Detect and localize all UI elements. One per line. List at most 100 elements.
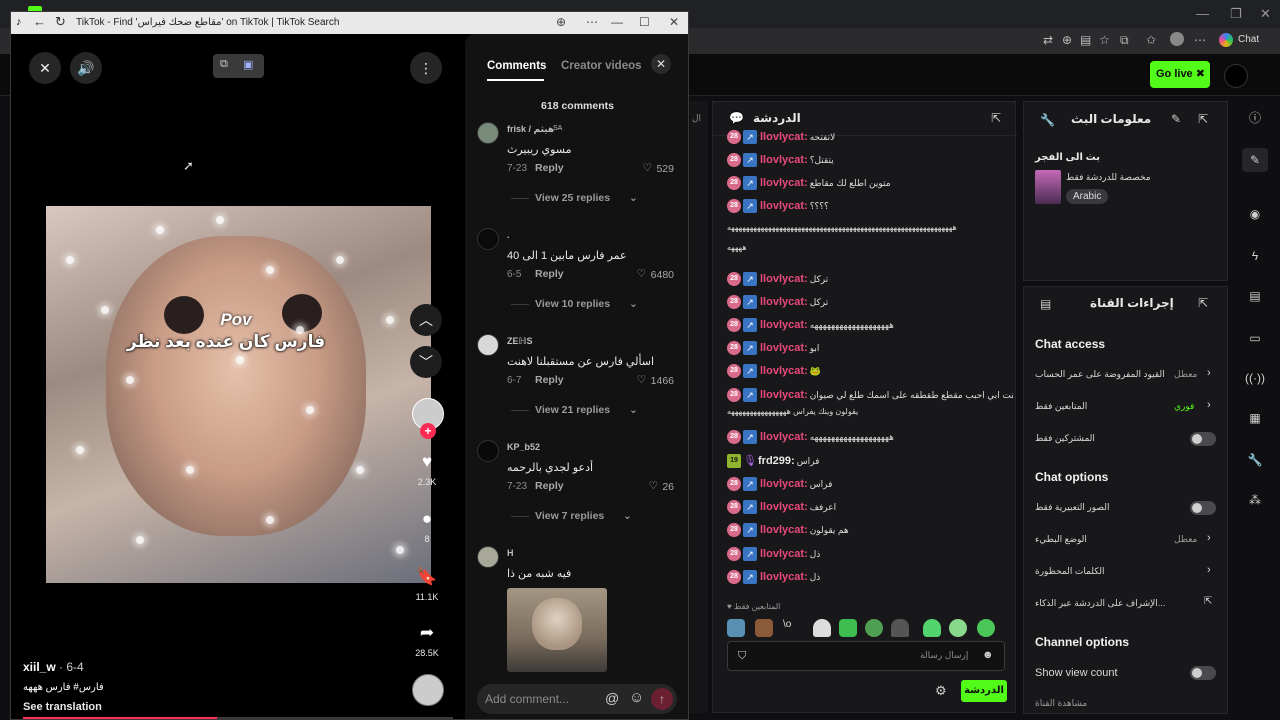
see-translation-link[interactable]: See translation (23, 701, 102, 713)
copilot-icon[interactable] (1219, 33, 1233, 47)
heart-outline-icon[interactable]: ♡ (637, 374, 646, 386)
chevron-down-icon[interactable]: ⌄ (623, 510, 632, 522)
emote-icon[interactable] (891, 619, 909, 637)
previous-video-icon[interactable]: ︿ (410, 304, 442, 336)
fullscreen-player-icon[interactable]: ▣ (243, 58, 253, 71)
reply-button[interactable]: Reply (535, 268, 564, 280)
chat-username[interactable]: llovlycat: (760, 478, 808, 490)
external-link-icon[interactable]: ⇱ (1204, 596, 1212, 607)
chat-username[interactable]: llovlycat: (760, 501, 808, 513)
more-icon[interactable]: ⋯ (1194, 33, 1206, 47)
chat-message-input[interactable]: ⛉ إرسال رسالة ☻ (727, 641, 1005, 671)
chat-username[interactable]: llovlycat: (760, 319, 808, 331)
camera-icon[interactable]: ◉ (1242, 202, 1268, 226)
reply-button[interactable]: Reply (535, 162, 564, 174)
emote-icon[interactable] (949, 619, 967, 637)
chat-settings-gear-icon[interactable]: ⚙ (935, 683, 947, 699)
zoom-icon[interactable]: ⊕ (556, 15, 566, 29)
save-action[interactable]: 🔖 11.1K (410, 562, 444, 602)
heart-icon[interactable]: ♥ (410, 447, 444, 477)
comment-like-count[interactable]: 1466 (651, 375, 674, 387)
chat-username[interactable]: llovlycat: (760, 154, 808, 166)
creator-info[interactable]: xiil_w · 6-4 (23, 660, 84, 674)
profile-avatar[interactable] (1170, 32, 1184, 46)
emoji-icon[interactable]: ☺ (629, 689, 644, 706)
edit-icon[interactable]: ✎ (1242, 148, 1268, 172)
chat-username[interactable]: frd299: (758, 455, 795, 467)
chat-username[interactable]: llovlycat: (760, 177, 808, 189)
calendar-icon[interactable]: ▦ (1242, 406, 1268, 430)
chat-username[interactable]: llovlycat: (760, 131, 808, 143)
emote-icon[interactable] (727, 619, 745, 637)
shield-icon[interactable]: ⛉ (738, 650, 746, 663)
chat-username[interactable]: llovlycat: (760, 365, 808, 377)
reply-button[interactable]: Reply (535, 480, 564, 492)
chevron-down-icon[interactable]: ⌄ (629, 298, 638, 310)
emotes-only-toggle[interactable] (1190, 501, 1216, 515)
user-avatar[interactable] (1224, 64, 1248, 88)
popout-icon[interactable]: ⇱ (991, 111, 1001, 125)
maximize-icon[interactable]: ☐ (639, 15, 650, 29)
share-icon[interactable]: ➦ (410, 618, 444, 648)
music-disc-avatar[interactable] (412, 674, 444, 706)
followers-only-label[interactable]: المتابعين فقط (1035, 401, 1087, 412)
wrench-icon[interactable]: 🔧 (1242, 448, 1268, 472)
emote-icon[interactable] (813, 619, 831, 637)
more-options-icon[interactable]: ⋮ (410, 52, 442, 84)
emote-icon[interactable] (865, 619, 883, 637)
commenter-username[interactable]: ZEℍS (507, 336, 533, 347)
comment-like-count[interactable]: 26 (662, 481, 674, 493)
chevron-down-icon[interactable]: ⌄ (629, 192, 638, 204)
reply-button[interactable]: Reply (535, 374, 564, 386)
favorites-bar-icon[interactable]: ✩ (1146, 33, 1156, 47)
next-video-icon[interactable]: ﹀ (410, 346, 442, 378)
commenter-username[interactable]: H (507, 548, 514, 558)
creator-username[interactable]: xiil_w (23, 660, 56, 674)
bookmark-icon[interactable]: 🔖 (410, 562, 444, 592)
volume-icon[interactable]: 🔊 (70, 52, 102, 84)
restore-icon[interactable]: ❐ (1230, 6, 1242, 22)
heart-outline-icon[interactable]: ♡ (643, 162, 652, 174)
chat-username[interactable]: llovlycat: (760, 342, 808, 354)
emoji-icon[interactable]: ☻ (982, 649, 994, 661)
commenter-avatar[interactable] (477, 546, 499, 568)
commenter-avatar[interactable] (477, 228, 499, 250)
ai-moderation-label[interactable]: الإشراف على الدردشة عبر الذكاء... (1035, 598, 1165, 609)
chevron-right-icon[interactable]: › (1207, 399, 1211, 411)
chat-username[interactable]: llovlycat: (760, 548, 808, 560)
view-replies-button[interactable]: View 10 replies (535, 298, 610, 310)
refresh-icon[interactable]: ↻ (55, 14, 66, 30)
apps-icon[interactable]: ⁂ (1242, 488, 1268, 512)
share-action[interactable]: ➦ 28.5K (410, 618, 444, 658)
more-icon[interactable]: ⋯ (586, 15, 598, 29)
copilot-label[interactable]: Chat (1238, 34, 1259, 45)
favorite-icon[interactable]: ☆ (1099, 33, 1110, 47)
comment-action[interactable]: ● 8 (410, 504, 444, 544)
chevron-right-icon[interactable]: › (1207, 532, 1211, 544)
mini-player-toggle[interactable]: ⧉ ▣ (213, 54, 264, 78)
chat-username[interactable]: llovlycat: (760, 273, 808, 285)
view-replies-button[interactable]: View 7 replies (535, 510, 604, 522)
age-restriction-label[interactable]: القيود المفروضة على عمر الحساب (1035, 369, 1165, 380)
commenter-avatar[interactable] (477, 122, 499, 144)
popout-icon[interactable]: ⇱ (1198, 112, 1208, 126)
back-arrow-icon[interactable]: ← (33, 14, 46, 29)
commenter-username[interactable]: . (507, 230, 510, 240)
heart-outline-icon[interactable]: ♡ (649, 480, 658, 492)
commenter-avatar[interactable] (477, 334, 499, 356)
view-replies-button[interactable]: View 21 replies (535, 404, 610, 416)
translate-icon[interactable]: ⇄ (1043, 33, 1053, 47)
follow-plus-icon[interactable]: + (420, 423, 436, 439)
banned-words-label[interactable]: الكلمات المحظورة (1035, 566, 1104, 577)
minimize-icon[interactable]: — (1196, 6, 1209, 21)
close-icon[interactable]: ✕ (669, 15, 679, 29)
broadcast-icon[interactable]: ((·)) (1242, 366, 1268, 390)
chat-username[interactable]: llovlycat: (760, 524, 808, 536)
chat-send-button[interactable]: الدردشة (961, 680, 1007, 702)
emote-icon[interactable] (755, 619, 773, 637)
zoom-icon[interactable]: ⊕ (1062, 33, 1072, 47)
go-live-button[interactable]: Go live ✖ (1150, 61, 1210, 88)
subscribers-only-toggle[interactable] (1190, 432, 1216, 446)
chevron-right-icon[interactable]: › (1207, 564, 1211, 576)
comment-like-count[interactable]: 529 (656, 163, 674, 175)
